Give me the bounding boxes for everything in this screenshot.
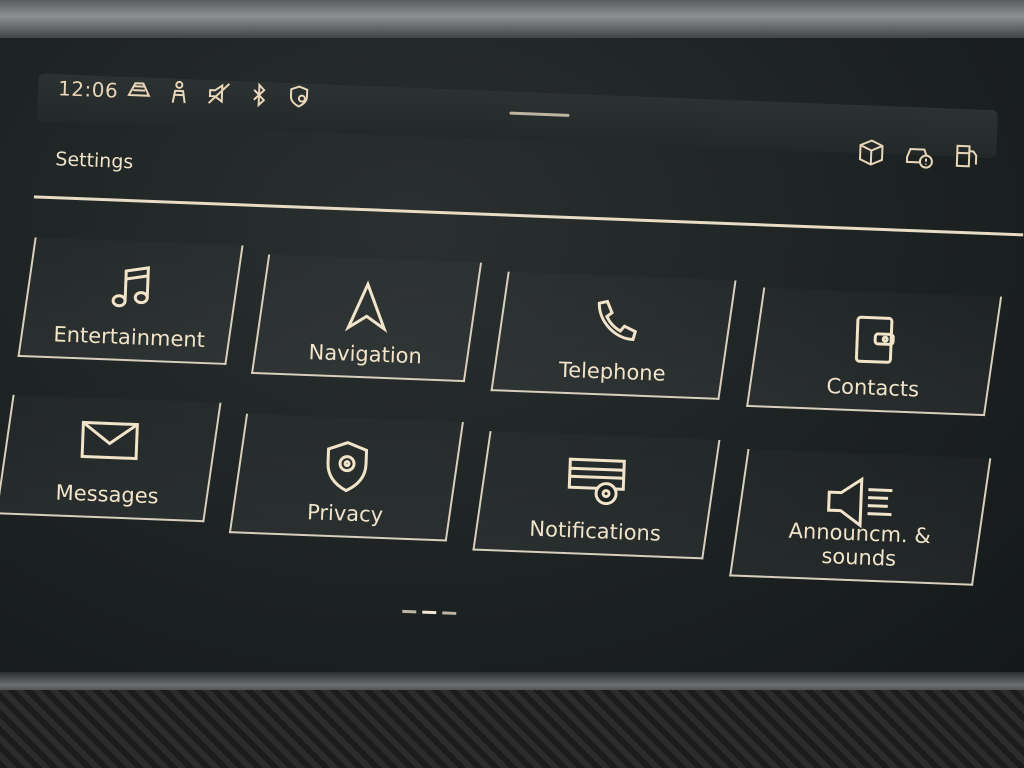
tile-label: Messages [55, 480, 160, 509]
display-bezel-top [0, 0, 1024, 40]
tile-label: Announcm. & sounds [788, 518, 932, 571]
car-alert-icon[interactable] [903, 139, 934, 174]
page-indicator[interactable] [402, 609, 457, 615]
title-divider [33, 195, 1024, 237]
speaker-muted-icon[interactable] [205, 80, 232, 111]
page-dot-active[interactable] [422, 610, 437, 615]
tile-label: Privacy [306, 500, 384, 527]
traffic-sign-icon[interactable] [125, 77, 152, 108]
infotainment-screen: 12:06 Settings Entertainment Navigation … [0, 38, 1024, 676]
privacy-shield-icon [326, 441, 369, 493]
page-dot[interactable] [402, 609, 417, 614]
tile-label: Notifications [528, 516, 662, 546]
phone-icon [597, 299, 637, 342]
notification-settings-icon [567, 457, 626, 506]
bluetooth-icon[interactable] [245, 81, 272, 112]
tile-messages[interactable]: Messages [0, 394, 222, 523]
tile-label: Navigation [308, 339, 423, 369]
tile-label: Telephone [558, 357, 666, 386]
tile-label: Contacts [826, 373, 920, 402]
package-icon[interactable] [856, 137, 887, 172]
tile-navigation[interactable]: Navigation [250, 254, 483, 383]
tile-announcements-sounds[interactable]: Announcm. & sounds [729, 448, 992, 586]
person-icon[interactable] [165, 78, 192, 109]
envelope-icon [80, 420, 139, 461]
fuel-icon[interactable] [951, 141, 982, 176]
navigation-arrow-icon [344, 280, 388, 334]
music-note-icon [111, 266, 150, 308]
tile-privacy[interactable]: Privacy [228, 413, 464, 542]
tile-contacts[interactable]: Contacts [746, 287, 1003, 417]
clock: 12:06 [57, 76, 119, 103]
tile-telephone[interactable]: Telephone [490, 271, 737, 400]
contacts-book-icon [854, 315, 895, 364]
carbon-trim [0, 690, 1024, 768]
page-title: Settings [54, 148, 134, 174]
page-dot[interactable] [442, 611, 457, 615]
tile-entertainment[interactable]: Entertainment [17, 237, 244, 365]
tile-label: Entertainment [53, 322, 206, 352]
location-shield-icon[interactable] [285, 83, 312, 114]
tile-notifications[interactable]: Notifications [472, 431, 721, 560]
